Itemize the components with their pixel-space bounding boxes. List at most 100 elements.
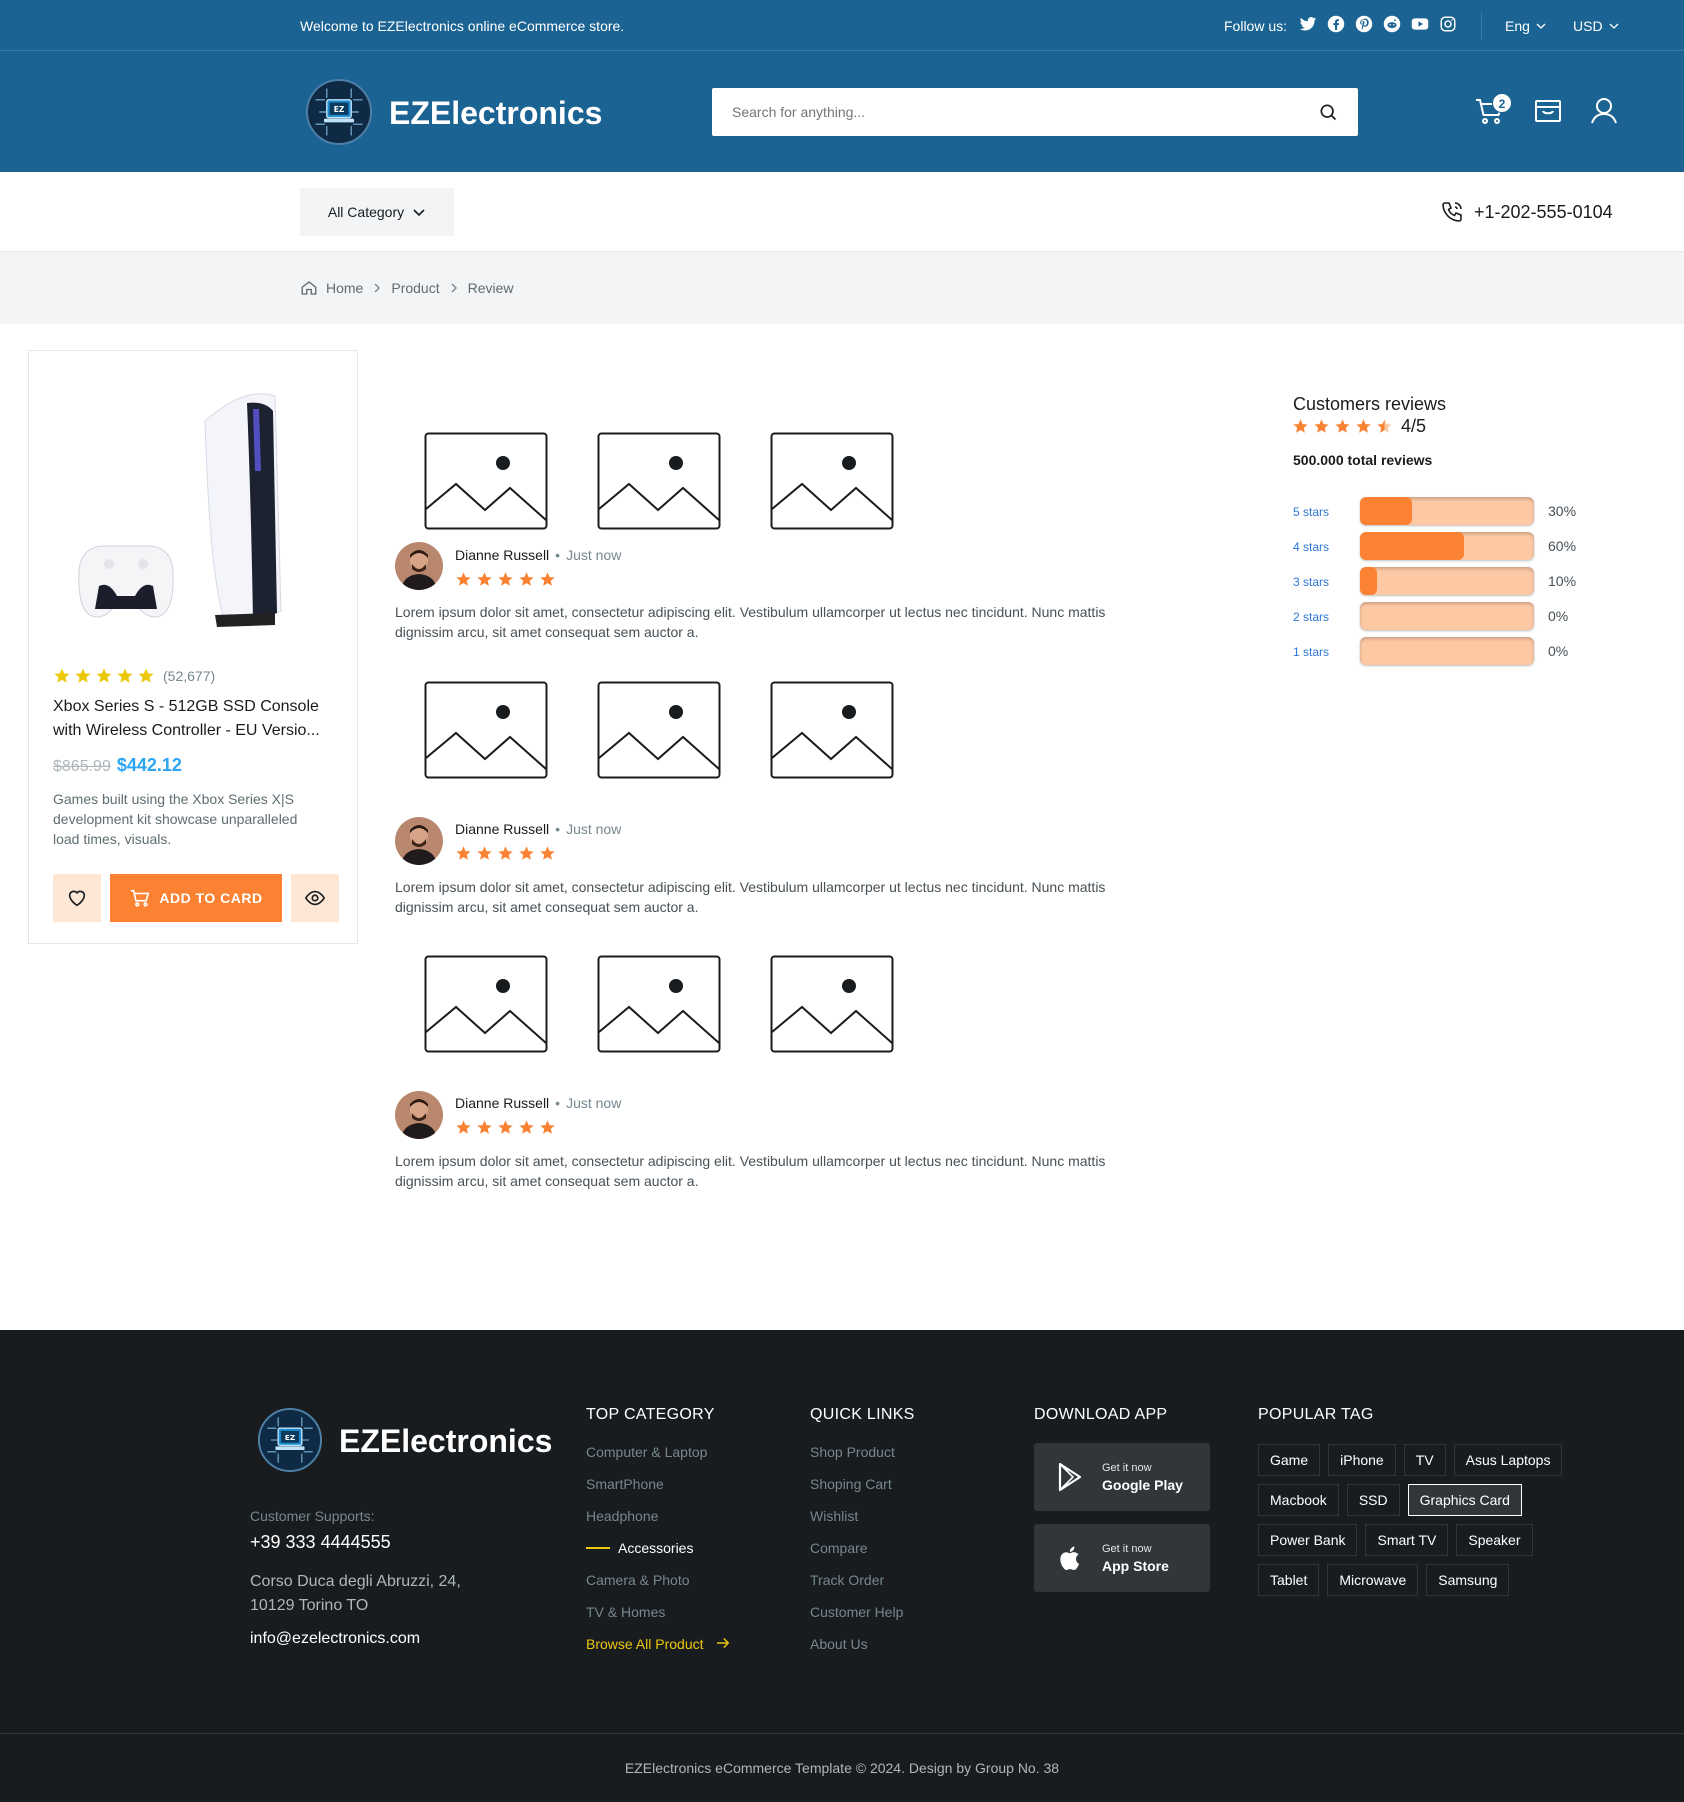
rating-progress-bar <box>1360 602 1534 630</box>
footer-category-link[interactable]: Accessories <box>586 1538 732 1570</box>
popular-tag[interactable]: Smart TV <box>1365 1524 1449 1556</box>
rating-row: 4 stars 60% <box>1292 532 1592 560</box>
popular-tag[interactable]: SSD <box>1346 1484 1400 1516</box>
footer-category-link[interactable]: Headphone <box>586 1506 732 1538</box>
review-photo[interactable] <box>770 955 894 1053</box>
popular-tag[interactable]: Microwave <box>1327 1564 1419 1596</box>
rating-row-label[interactable]: 1 stars <box>1293 645 1329 659</box>
app-store-button[interactable]: Get it now App Store <box>1034 1524 1210 1592</box>
quick-link[interactable]: Shoping Cart <box>810 1474 903 1506</box>
quick-links-heading: QUICK LINKS <box>810 1406 915 1423</box>
twitter-icon[interactable] <box>1299 15 1317 33</box>
star-icon <box>539 1119 556 1136</box>
quick-link[interactable]: Wishlist <box>810 1506 903 1538</box>
pinterest-icon[interactable] <box>1355 15 1373 33</box>
rating-row-label[interactable]: 3 stars <box>1293 575 1329 589</box>
star-icon <box>539 571 556 588</box>
wishlist-box-icon[interactable] <box>1532 95 1564 127</box>
all-category-dropdown[interactable]: All Category <box>300 188 454 236</box>
popular-tag[interactable]: iPhone <box>1328 1444 1396 1476</box>
review-photo[interactable] <box>770 681 894 779</box>
popular-tag[interactable]: TV <box>1403 1444 1446 1476</box>
reviewer-name: Dianne Russell <box>455 547 550 563</box>
star-icon <box>539 845 556 862</box>
rating-row-label[interactable]: 5 stars <box>1293 505 1329 519</box>
rating-row-percent: 30% <box>1548 503 1577 519</box>
reviewer-meta: Dianne Russell • Just now <box>455 821 622 837</box>
quick-link[interactable]: Customer Help <box>810 1602 903 1634</box>
review-photo[interactable] <box>424 432 548 530</box>
heart-icon <box>68 890 86 907</box>
footer-logo[interactable] <box>258 1408 322 1472</box>
star-icon <box>476 571 493 588</box>
add-to-cart-label: ADD TO CARD <box>159 890 263 906</box>
star-icon <box>518 1119 535 1136</box>
review-item: Dianne Russell • Just now Lorem ipsum dolo… <box>395 955 1115 1195</box>
footer-category-link[interactable]: TV & Homes <box>586 1602 732 1634</box>
popular-tag[interactable]: Macbook <box>1258 1484 1339 1516</box>
star-icon <box>518 571 535 588</box>
search-input[interactable] <box>712 88 1312 136</box>
star-icon <box>95 667 113 685</box>
add-to-cart-button[interactable]: ADD TO CARD <box>110 874 282 922</box>
rating-row: 5 stars 30% <box>1292 497 1592 525</box>
review-time: Just now <box>566 1095 622 1111</box>
breadcrumb-product[interactable]: Product <box>391 280 439 296</box>
review-photo[interactable] <box>597 432 721 530</box>
review-photo[interactable] <box>597 955 721 1053</box>
rating-row-label[interactable]: 4 stars <box>1293 540 1329 554</box>
rating-row-label[interactable]: 2 stars <box>1293 610 1329 624</box>
reviewer-meta: Dianne Russell • Just now <box>455 1095 622 1111</box>
review-photo[interactable] <box>424 955 548 1053</box>
language-select[interactable]: Eng <box>1505 18 1546 34</box>
breadcrumb-home[interactable]: Home <box>326 280 363 296</box>
quick-view-button[interactable] <box>291 874 339 922</box>
chevron-down-icon <box>1536 23 1546 29</box>
product-image[interactable] <box>75 381 315 631</box>
quick-link[interactable]: Track Order <box>810 1570 903 1602</box>
google-play-icon <box>1058 1462 1082 1492</box>
instagram-icon[interactable] <box>1439 15 1457 33</box>
brand-name[interactable]: EZElectronics <box>389 95 602 132</box>
reddit-icon[interactable] <box>1383 15 1401 33</box>
star-icon <box>137 667 155 685</box>
footer-category-link[interactable]: Computer & Laptop <box>586 1442 732 1474</box>
popular-tag[interactable]: Tablet <box>1258 1564 1320 1596</box>
review-photo[interactable] <box>424 681 548 779</box>
app-store-name: Google Play <box>1102 1477 1183 1493</box>
google-play-button[interactable]: Get it now Google Play <box>1034 1443 1210 1511</box>
rating-row: 1 stars 0% <box>1292 637 1592 665</box>
address: Corso Duca degli Abruzzi, 24, 10129 Tori… <box>250 1573 461 1614</box>
support-phone[interactable]: +39 333 4444555 <box>250 1532 391 1553</box>
popular-tags: Game iPhone TV Asus Laptops Macbook SSD Graphi… <box>1258 1444 1598 1596</box>
product-title[interactable]: Xbox Series S - 512GB SSD Console with W… <box>53 695 338 743</box>
footer-category-link[interactable]: SmartPhone <box>586 1474 732 1506</box>
popular-tag[interactable]: Speaker <box>1456 1524 1533 1556</box>
browse-all-product-link[interactable]: Browse All Product <box>586 1634 732 1666</box>
popular-tag[interactable]: Asus Laptops <box>1453 1444 1563 1476</box>
facebook-icon[interactable] <box>1327 15 1345 33</box>
user-icon[interactable] <box>1588 95 1620 127</box>
product-rating: (52,677) <box>53 667 215 685</box>
review-item: Dianne Russell • Just now Lorem ipsum dolo… <box>395 432 1115 642</box>
phone-contact[interactable]: +1-202-555-0104 <box>1440 200 1613 224</box>
rating-row: 2 stars 0% <box>1292 602 1592 630</box>
arrow-right-icon <box>716 1637 729 1649</box>
quick-link[interactable]: About Us <box>810 1634 903 1666</box>
footer-category-link[interactable]: Camera & Photo <box>586 1570 732 1602</box>
review-photo[interactable] <box>770 432 894 530</box>
search-icon[interactable] <box>1318 102 1338 122</box>
popular-tag[interactable]: Game <box>1258 1444 1321 1476</box>
popular-tag[interactable]: Graphics Card <box>1407 1484 1522 1516</box>
search-box <box>712 88 1358 136</box>
popular-tag[interactable]: Power Bank <box>1258 1524 1358 1556</box>
quick-link[interactable]: Shop Product <box>810 1442 903 1474</box>
wishlist-button[interactable] <box>53 874 101 922</box>
logo[interactable] <box>306 79 372 145</box>
youtube-icon[interactable] <box>1411 15 1429 33</box>
currency-select[interactable]: USD <box>1573 18 1619 34</box>
popular-tag[interactable]: Samsung <box>1426 1564 1510 1596</box>
review-photo[interactable] <box>597 681 721 779</box>
support-email[interactable]: info@ezelectronics.com <box>250 1630 420 1648</box>
quick-link[interactable]: Compare <box>810 1538 903 1570</box>
